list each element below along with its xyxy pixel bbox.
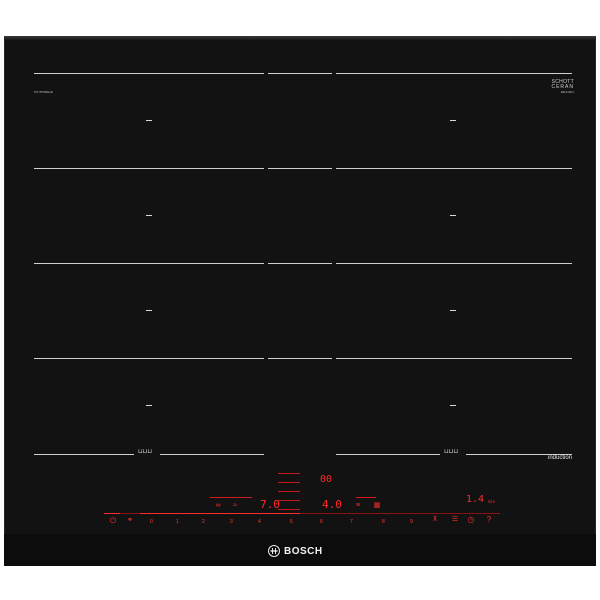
zone-center-mark bbox=[146, 215, 152, 216]
slider-step[interactable]: 1 bbox=[176, 519, 179, 525]
bosch-mark-icon bbox=[268, 545, 280, 557]
zone-line bbox=[160, 454, 264, 455]
slider-step[interactable]: 3 bbox=[230, 519, 233, 525]
zone-line bbox=[268, 168, 332, 169]
grid-zone-icon[interactable]: ▦ bbox=[372, 502, 382, 510]
left-power-display: 7.0 bbox=[260, 498, 280, 511]
power-indicator-line bbox=[104, 513, 120, 514]
timer-icon[interactable]: ◷ bbox=[466, 516, 476, 524]
slider-step[interactable]: 5 bbox=[290, 519, 293, 525]
zone-line bbox=[34, 358, 264, 359]
induction-label: induction bbox=[548, 455, 573, 461]
center-power-display: 4.0 bbox=[322, 498, 342, 511]
zone-line bbox=[268, 263, 332, 264]
flex-zone-right-label: ⊔⊔⊔ bbox=[444, 449, 459, 455]
zone-line bbox=[268, 358, 332, 359]
zone-line bbox=[336, 454, 440, 455]
move-function-icon[interactable]: ≈ bbox=[230, 502, 240, 510]
zone-indicator-line bbox=[356, 497, 376, 498]
cooktop-glass: PXY875DE1E SCHOTT CERAN DESIGN ⊔⊔⊔ ⊔⊔⊔ i… bbox=[4, 36, 596, 566]
info-icon[interactable]: ? bbox=[484, 516, 494, 524]
slider-step[interactable]: 0 bbox=[150, 519, 153, 525]
childlock-icon[interactable]: ⚭ bbox=[124, 517, 136, 525]
zone-center-mark bbox=[146, 310, 152, 311]
zone-indicator-line bbox=[210, 497, 252, 498]
maker-sub: DESIGN bbox=[560, 90, 574, 94]
slider-step[interactable]: 8 bbox=[382, 519, 385, 525]
zone-line bbox=[268, 73, 332, 74]
zone-line bbox=[336, 358, 572, 359]
zone-line bbox=[336, 263, 572, 264]
slider-step[interactable]: 2 bbox=[202, 519, 205, 525]
zone-center-mark bbox=[450, 310, 456, 311]
zone-line bbox=[34, 263, 264, 264]
zone-line bbox=[34, 73, 264, 74]
zone-line bbox=[336, 168, 572, 169]
zone-center-mark bbox=[146, 405, 152, 406]
active-slider-segment bbox=[140, 513, 300, 514]
model-code: PXY875DE1E bbox=[34, 90, 53, 94]
glass-maker-label: SCHOTT CERAN DESIGN bbox=[524, 80, 574, 95]
boost-icon[interactable]: ⊼ bbox=[430, 516, 440, 524]
keep-warm-icon[interactable]: ≡ bbox=[354, 502, 362, 510]
zone-center-mark bbox=[450, 120, 456, 121]
power-icon[interactable]: ⏻ bbox=[108, 517, 118, 525]
zone-center-mark bbox=[450, 215, 456, 216]
slider-step[interactable]: 7 bbox=[350, 519, 353, 525]
zone-line bbox=[34, 168, 264, 169]
menu-icon[interactable]: ☰ bbox=[450, 516, 460, 524]
zone-line bbox=[336, 73, 572, 74]
slider-step[interactable]: 9 bbox=[410, 519, 413, 525]
brand-name: BOSCH bbox=[284, 545, 323, 557]
top-center-display: 00 bbox=[320, 474, 333, 485]
flex-zone-left-label: ⊔⊔⊔ bbox=[138, 449, 153, 455]
timer-unit: min bbox=[488, 499, 496, 504]
zone-center-mark bbox=[146, 120, 152, 121]
zone-line bbox=[34, 454, 134, 455]
brand-logo: BOSCH bbox=[268, 545, 323, 557]
zone-center-mark bbox=[450, 405, 456, 406]
slider-step[interactable]: 6 bbox=[320, 519, 323, 525]
zone-select-icon[interactable]: ∞ bbox=[214, 502, 222, 510]
slider-step[interactable]: 4 bbox=[258, 519, 261, 525]
timer-display: 1.4 bbox=[466, 494, 485, 505]
